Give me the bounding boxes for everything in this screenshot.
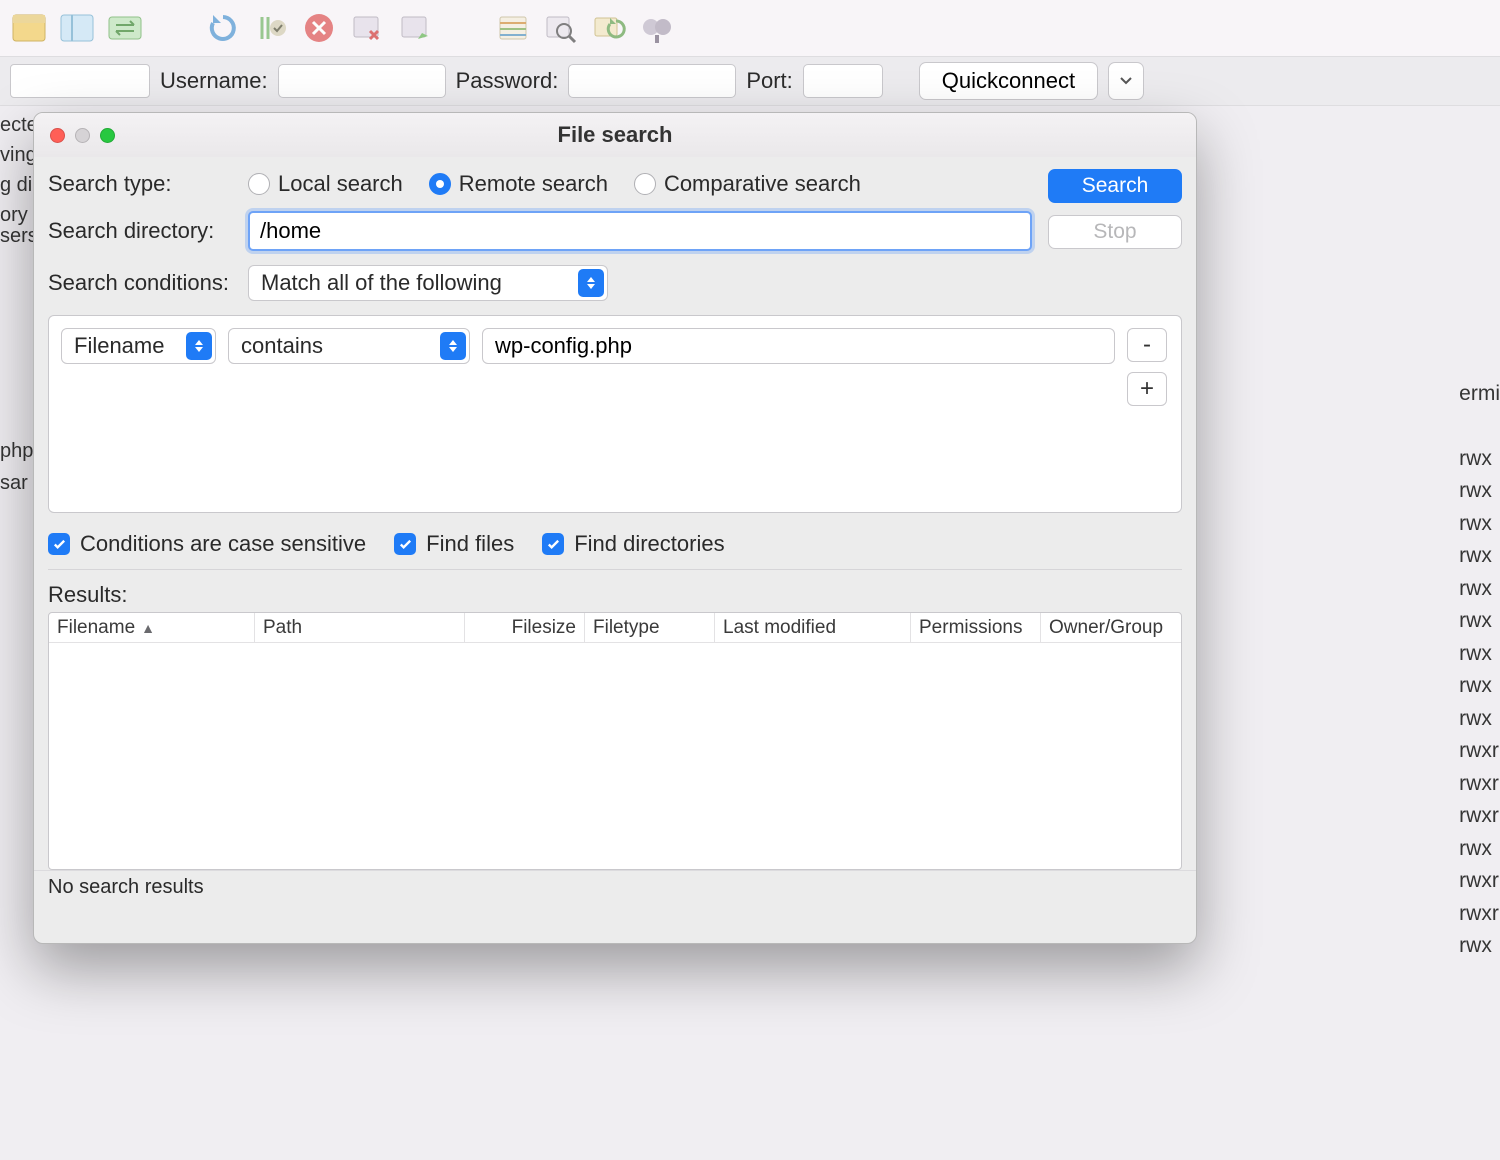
- separator: [48, 569, 1182, 570]
- sort-asc-icon: ▲: [141, 620, 155, 636]
- toggle-tree-icon[interactable]: [58, 9, 96, 47]
- checkbox-find-dirs[interactable]: Find directories: [542, 531, 724, 557]
- condition-value-input[interactable]: [482, 328, 1115, 364]
- check-icon: [398, 537, 413, 552]
- dialog-status-bar: No search results: [34, 870, 1196, 904]
- bg-permissions-fragment: ermi rwxrwxrwx rwxrwxrwx rwxrwxrwx rwxrr…: [1459, 378, 1500, 963]
- sync-icon[interactable]: [590, 9, 628, 47]
- radio-remote-search[interactable]: Remote search: [429, 171, 608, 197]
- select-caret-icon: [186, 332, 212, 360]
- username-label: Username:: [160, 68, 268, 94]
- close-icon[interactable]: [50, 128, 65, 143]
- col-filesize[interactable]: Filesize: [465, 613, 585, 642]
- disconnect-icon[interactable]: [348, 9, 386, 47]
- port-label: Port:: [746, 68, 792, 94]
- checkbox-case-label: Conditions are case sensitive: [80, 531, 366, 557]
- conditions-panel: Filename contains - +: [48, 315, 1182, 513]
- results-table[interactable]: Filename ▲ Path Filesize Filetype Last m…: [48, 612, 1182, 870]
- condition-operator-value: contains: [241, 333, 323, 359]
- file-search-dialog: File search Search type: Local search Re…: [33, 112, 1197, 944]
- radio-remote-label: Remote search: [459, 171, 608, 197]
- password-label: Password:: [456, 68, 559, 94]
- col-filename[interactable]: Filename ▲: [49, 613, 255, 642]
- zoom-icon[interactable]: [100, 128, 115, 143]
- select-caret-icon: [440, 332, 466, 360]
- col-lastmodified[interactable]: Last modified: [715, 613, 911, 642]
- quickconnect-history-button[interactable]: [1108, 62, 1144, 100]
- radio-local-label: Local search: [278, 171, 403, 197]
- compare-icon[interactable]: [638, 9, 676, 47]
- search-directory-input[interactable]: [248, 211, 1032, 251]
- search-conditions-label: Search conditions:: [48, 270, 248, 296]
- col-permissions[interactable]: Permissions: [911, 613, 1041, 642]
- match-mode-value: Match all of the following: [261, 270, 502, 296]
- checkbox-case-sensitive[interactable]: Conditions are case sensitive: [48, 531, 366, 557]
- main-toolbar: [0, 0, 1500, 56]
- bg-text: sar: [0, 472, 28, 495]
- chevron-down-icon: [1120, 77, 1132, 85]
- reconnect-icon[interactable]: [396, 9, 434, 47]
- filter-icon[interactable]: [494, 9, 532, 47]
- host-input[interactable]: [10, 64, 150, 98]
- toggle-transfer-icon[interactable]: [106, 9, 144, 47]
- radio-local-search[interactable]: Local search: [248, 171, 403, 197]
- col-filetype[interactable]: Filetype: [585, 613, 715, 642]
- minimize-icon[interactable]: [75, 128, 90, 143]
- search-type-label: Search type:: [48, 171, 248, 197]
- password-input[interactable]: [568, 64, 736, 98]
- dialog-titlebar[interactable]: File search: [34, 113, 1196, 157]
- search-directory-label: Search directory:: [48, 218, 248, 244]
- dialog-title: File search: [34, 122, 1196, 148]
- port-input[interactable]: [803, 64, 883, 98]
- results-header: Filename ▲ Path Filesize Filetype Last m…: [49, 613, 1181, 643]
- checkbox-dirs-label: Find directories: [574, 531, 724, 557]
- check-icon: [546, 537, 561, 552]
- stop-button[interactable]: Stop: [1048, 215, 1182, 249]
- checkbox-find-files[interactable]: Find files: [394, 531, 514, 557]
- quickconnect-bar: Username: Password: Port: Quickconnect: [0, 56, 1500, 106]
- refresh-icon[interactable]: [204, 9, 242, 47]
- search-button[interactable]: Search: [1048, 169, 1182, 203]
- process-queue-icon[interactable]: [252, 9, 290, 47]
- remove-condition-button[interactable]: -: [1127, 328, 1167, 362]
- radio-comparative-search[interactable]: Comparative search: [634, 171, 861, 197]
- search-icon[interactable]: [542, 9, 580, 47]
- radio-comparative-label: Comparative search: [664, 171, 861, 197]
- username-input[interactable]: [278, 64, 446, 98]
- condition-row: Filename contains: [61, 328, 1169, 364]
- condition-field-value: Filename: [74, 333, 164, 359]
- results-label: Results:: [48, 582, 1182, 608]
- sitemanager-icon[interactable]: [10, 9, 48, 47]
- check-icon: [52, 537, 67, 552]
- checkbox-files-label: Find files: [426, 531, 514, 557]
- add-condition-button[interactable]: +: [1127, 372, 1167, 406]
- cancel-icon[interactable]: [300, 9, 338, 47]
- bg-text: php: [0, 440, 33, 463]
- condition-field-select[interactable]: Filename: [61, 328, 216, 364]
- quickconnect-button[interactable]: Quickconnect: [919, 62, 1098, 100]
- select-caret-icon: [578, 269, 604, 297]
- col-path[interactable]: Path: [255, 613, 465, 642]
- col-ownergroup[interactable]: Owner/Group: [1041, 613, 1181, 642]
- match-mode-select[interactable]: Match all of the following: [248, 265, 608, 301]
- condition-operator-select[interactable]: contains: [228, 328, 470, 364]
